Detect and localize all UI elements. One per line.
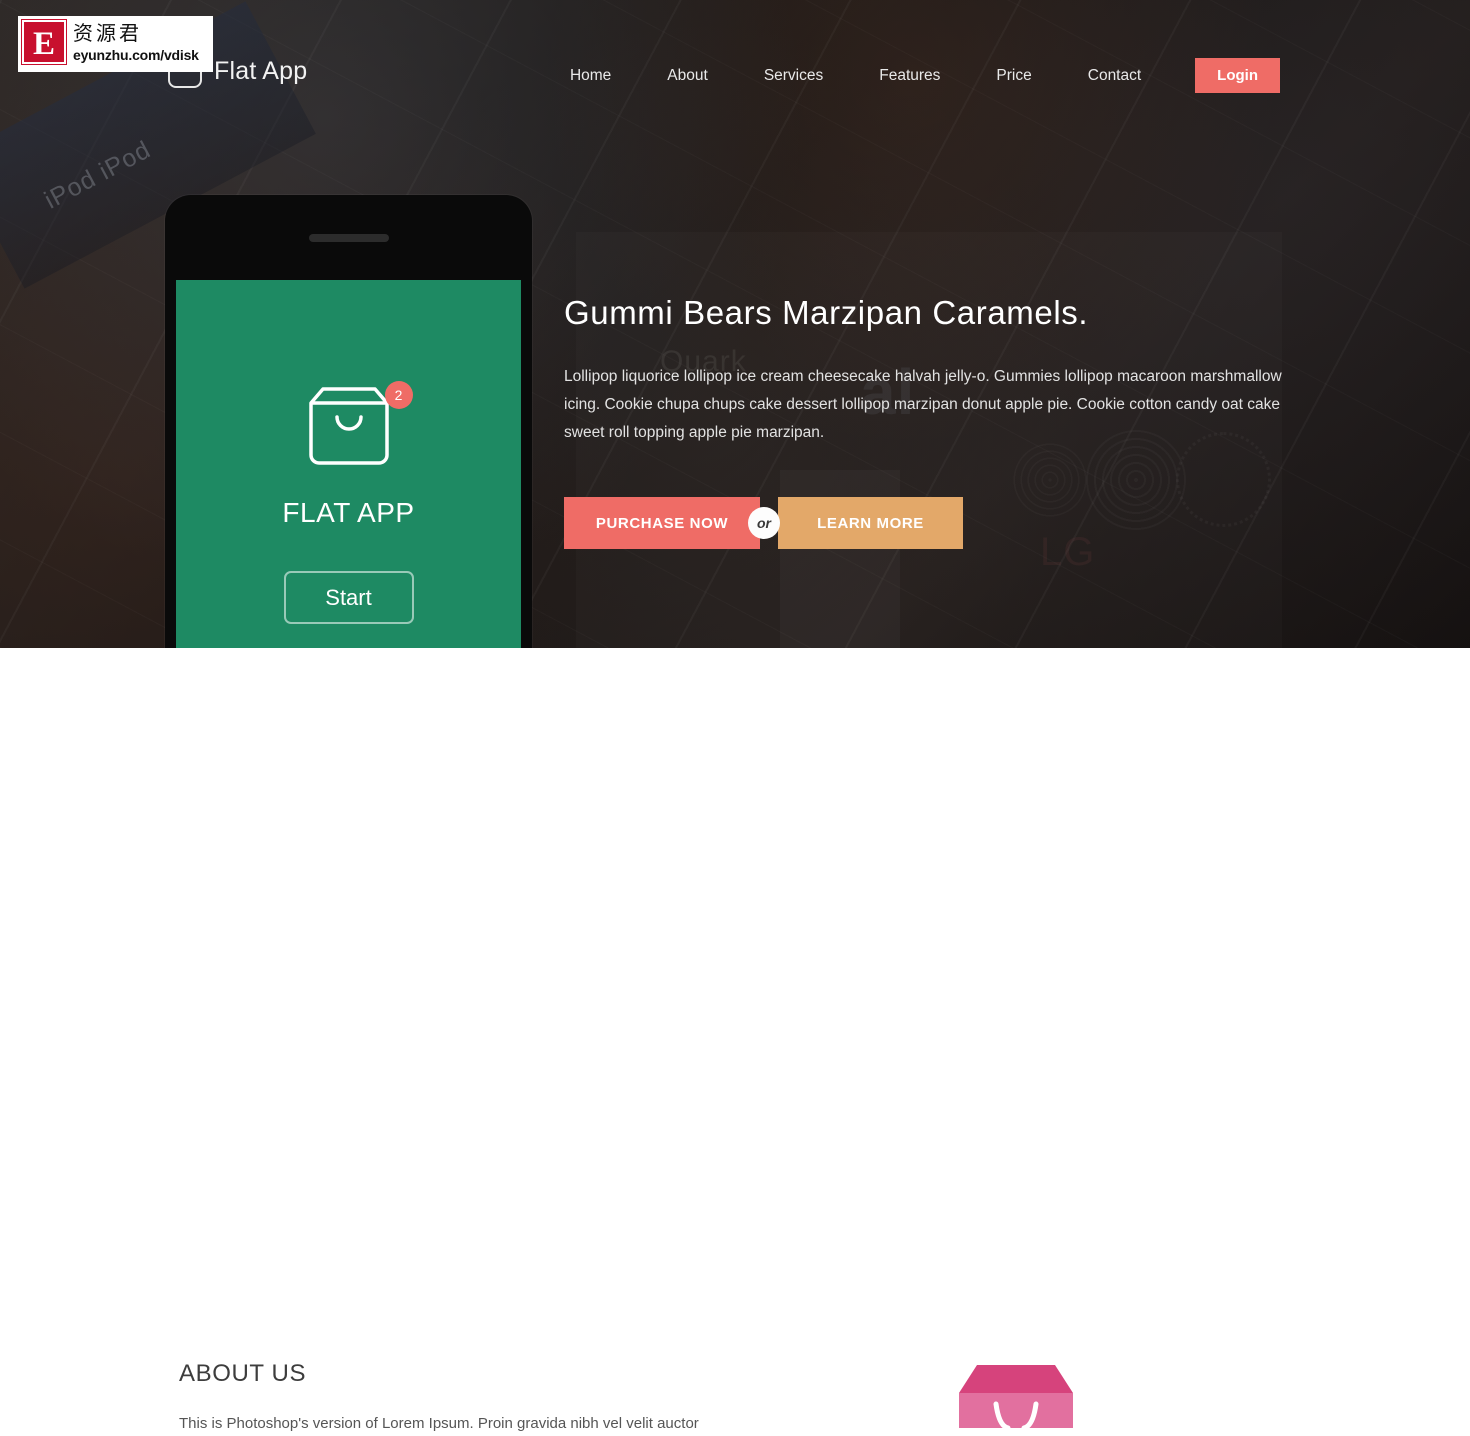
main-navigation: Home About Services Features Price Conta…	[570, 58, 1280, 93]
hero-heading: Gummi Bears Marzipan Caramels.	[564, 294, 1089, 331]
phone-mockup: 2 FLAT APP Start	[165, 195, 532, 648]
about-section: ABOUT US This is Photoshop's version of …	[0, 648, 1470, 1432]
nav-item-features[interactable]: Features	[851, 62, 968, 90]
hero-cta-row: PURCHASE NOW or LEARN MORE	[564, 497, 963, 549]
watermark-text-block: 资源君 eyunzhu.com/vdisk	[73, 20, 199, 64]
about-text: This is Photoshop's version of Lorem Ips…	[179, 1415, 699, 1432]
app-bag-icon-wrapper: 2	[301, 377, 413, 473]
brand-name: Flat App	[214, 56, 308, 85]
shopping-bag-icon	[308, 387, 389, 465]
start-button[interactable]: Start	[283, 571, 414, 624]
watermark-url: eyunzhu.com/vdisk	[73, 47, 199, 63]
nav-item-price[interactable]: Price	[968, 62, 1059, 90]
hero-section: iPod iPod Quark al LG Flat App Home Abou…	[0, 0, 1470, 648]
login-button[interactable]: Login	[1195, 58, 1280, 93]
watermark-chinese-text: 资源君	[73, 21, 142, 45]
watermark-logo-letter: E	[22, 20, 66, 64]
hero-paragraph: Lollipop liquorice lollipop ice cream ch…	[564, 367, 1282, 441]
nav-item-services[interactable]: Services	[736, 62, 851, 90]
notification-badge: 2	[384, 381, 413, 409]
nav-item-contact[interactable]: Contact	[1060, 62, 1169, 90]
or-separator: or	[748, 507, 780, 539]
nav-item-home[interactable]: Home	[570, 62, 639, 90]
purchase-now-button[interactable]: PURCHASE NOW	[564, 497, 760, 549]
site-header: Flat App Home About Services Features Pr…	[0, 0, 1470, 125]
watermark-overlay: E 资源君 eyunzhu.com/vdisk	[18, 16, 213, 72]
nav-item-about[interactable]: About	[639, 62, 736, 90]
app-title: FLAT APP	[282, 497, 415, 528]
hero-copy: Gummi Bears Marzipan Caramels. Lollipop …	[564, 293, 1304, 447]
pink-shopping-bag-illustration	[959, 1365, 1073, 1428]
about-title: ABOUT US	[179, 1360, 307, 1387]
background-halftone-circle	[1010, 440, 1090, 520]
background-word-lg: LG	[1040, 530, 1096, 574]
phone-speaker	[308, 234, 389, 242]
phone-screen: 2 FLAT APP Start	[176, 280, 521, 648]
learn-more-button[interactable]: LEARN MORE	[778, 497, 963, 549]
